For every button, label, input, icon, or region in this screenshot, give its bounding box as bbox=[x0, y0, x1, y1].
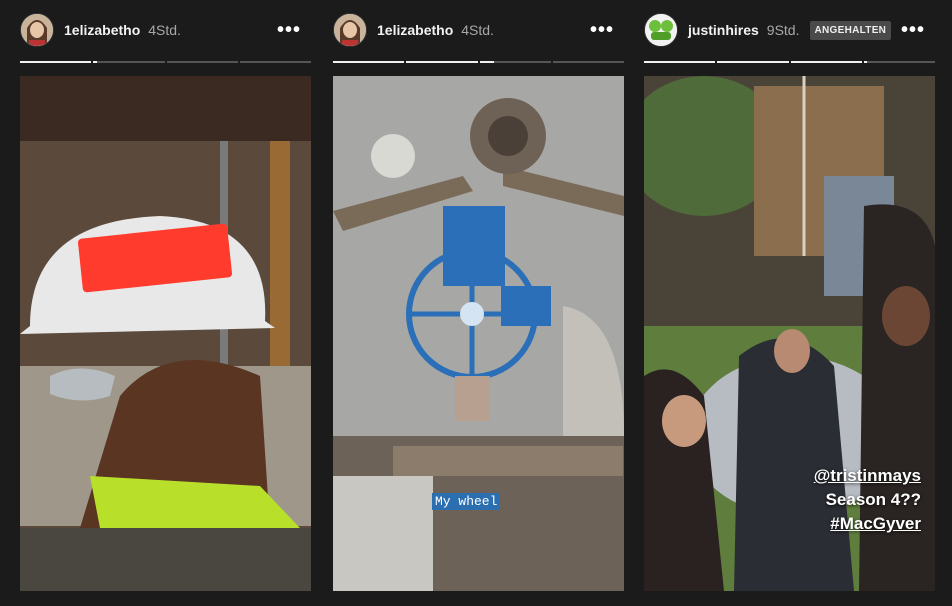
more-options-icon[interactable]: ••• bbox=[277, 20, 301, 40]
progress-segment bbox=[239, 61, 311, 63]
progress-segment bbox=[790, 61, 862, 63]
progress-segment bbox=[717, 61, 789, 63]
mention-tag[interactable]: @tristinmays bbox=[814, 466, 921, 486]
progress-segment bbox=[166, 61, 238, 63]
more-options-icon[interactable]: ••• bbox=[901, 20, 925, 40]
story-image[interactable]: @tristinmays Season 4?? #MacGyver bbox=[644, 76, 935, 591]
progress-bar bbox=[644, 61, 935, 64]
timestamp: 4Std. bbox=[148, 22, 181, 38]
story-card-1[interactable]: 1elizabetho 4Std. ••• bbox=[20, 0, 311, 606]
username[interactable]: 1elizabetho bbox=[64, 22, 140, 38]
story-caption: My wheel bbox=[432, 493, 501, 510]
progress-segment bbox=[552, 61, 624, 63]
progress-segment bbox=[479, 61, 551, 63]
story-header: 1elizabetho 4Std. ••• bbox=[333, 12, 624, 48]
story-header: justinhires 9Std. ANGEHALTEN ••• bbox=[644, 12, 935, 48]
username[interactable]: justinhires bbox=[688, 22, 759, 38]
timestamp: 4Std. bbox=[461, 22, 494, 38]
progress-segment bbox=[333, 61, 405, 63]
story-header: 1elizabetho 4Std. ••• bbox=[20, 12, 311, 48]
story-image[interactable] bbox=[20, 76, 311, 591]
avatar[interactable] bbox=[333, 13, 367, 47]
timestamp: 9Std. bbox=[766, 22, 800, 38]
hashtag[interactable]: #MacGyver bbox=[830, 514, 921, 534]
progress-bar bbox=[20, 61, 311, 64]
paused-badge: ANGEHALTEN bbox=[809, 20, 892, 40]
progress-segment bbox=[20, 61, 92, 63]
progress-bar bbox=[333, 61, 624, 64]
avatar[interactable] bbox=[20, 13, 54, 47]
story-card-3[interactable]: justinhires 9Std. ANGEHALTEN ••• @tristi… bbox=[644, 0, 935, 606]
avatar[interactable] bbox=[644, 13, 678, 47]
progress-segment bbox=[863, 61, 935, 63]
username[interactable]: 1elizabetho bbox=[377, 22, 453, 38]
story-card-2[interactable]: 1elizabetho 4Std. ••• My wheel bbox=[333, 0, 624, 606]
more-options-icon[interactable]: ••• bbox=[590, 20, 614, 40]
story-text: Season 4?? bbox=[825, 490, 921, 509]
story-image[interactable]: My wheel bbox=[333, 76, 624, 591]
progress-segment bbox=[644, 61, 716, 63]
progress-segment bbox=[93, 61, 165, 63]
progress-segment bbox=[406, 61, 478, 63]
